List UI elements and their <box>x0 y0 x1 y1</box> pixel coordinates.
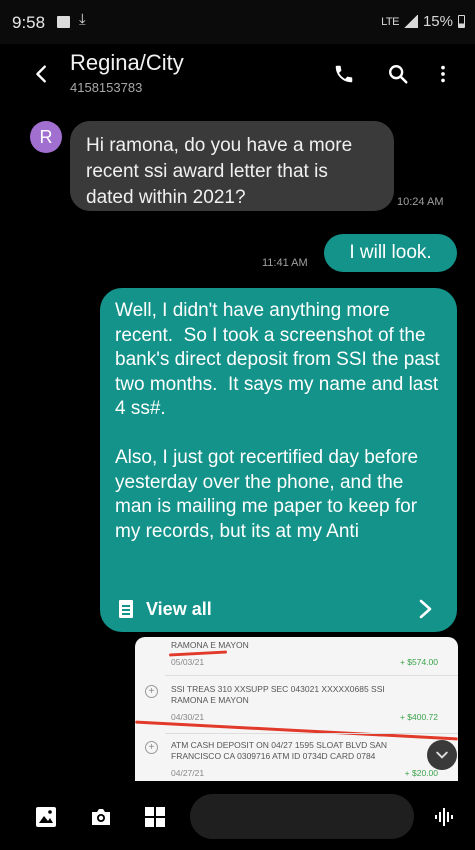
chevron-down-icon <box>436 751 448 759</box>
phone-icon <box>335 65 353 83</box>
incoming-message-bubble[interactable]: Hi ramona, do you have a more recent ssi… <box>70 121 394 211</box>
message-timestamp: 11:41 AM <box>262 257 308 269</box>
expand-icon: + <box>145 741 158 754</box>
contact-avatar[interactable]: R <box>30 121 62 153</box>
status-indicators: LTE 15% <box>381 13 465 30</box>
compose-bar <box>0 782 475 850</box>
battery-percent: 15% <box>422 13 453 30</box>
transaction-description: RAMONA E MAYON <box>171 640 249 650</box>
transaction-description: SSI TREAS 310 XXSUPP SEC 043021 XXXXX068… <box>171 684 385 705</box>
more-options-button[interactable] <box>425 56 461 92</box>
battery-icon <box>458 15 465 28</box>
contact-name[interactable]: Regina/City <box>70 50 184 76</box>
search-icon <box>389 65 408 84</box>
view-all-label: View all <box>146 599 212 619</box>
status-time: 9:58 <box>12 13 46 32</box>
transaction-date: 04/30/21 <box>171 712 205 722</box>
transaction-amount: + $400.72 <box>399 712 438 722</box>
voice-icon[interactable] <box>433 806 455 828</box>
red-annotation-mark <box>135 720 458 741</box>
gallery-notification-icon <box>57 16 70 28</box>
message-input[interactable] <box>190 794 414 839</box>
outgoing-long-message-bubble[interactable]: Well, I didn't have anything more recent… <box>100 288 457 632</box>
status-bar: 9:58 ⤓ LTE 15% <box>0 0 475 44</box>
gallery-icon[interactable] <box>35 806 57 828</box>
red-annotation-mark <box>168 650 228 657</box>
document-icon <box>119 600 133 618</box>
outgoing-message-bubble[interactable]: I will look. <box>324 234 457 272</box>
transaction-description: ATM CASH DEPOSIT ON 04/27 1595 SLOAT BLV… <box>171 740 388 761</box>
lte-label: LTE <box>381 15 399 28</box>
chevron-right-icon <box>419 599 432 619</box>
attached-screenshot-image[interactable]: RAMONA E MAYON 05/03/21 + $574.00 + SSI … <box>135 637 458 781</box>
call-button[interactable] <box>326 56 362 92</box>
apps-grid-icon[interactable] <box>144 806 166 828</box>
download-notification-icon: ⤓ <box>79 11 86 28</box>
more-vert-icon <box>441 65 445 83</box>
divider <box>165 733 458 734</box>
contact-number: 4158153783 <box>70 80 143 95</box>
transaction-amount: + $574.00 <box>399 657 438 667</box>
outgoing-message-text: Well, I didn't have anything more recent… <box>115 300 440 542</box>
back-button[interactable] <box>24 56 60 92</box>
signal-icon <box>403 15 418 28</box>
back-arrow-icon <box>36 65 46 83</box>
camera-icon[interactable] <box>90 806 112 828</box>
search-button[interactable] <box>380 56 416 92</box>
message-timestamp: 10:24 AM <box>397 196 444 208</box>
expand-icon: + <box>145 685 158 698</box>
transaction-amount: + $20.00 <box>404 768 438 778</box>
view-all-button[interactable]: View all <box>100 586 457 632</box>
transaction-date: 04/27/21 <box>171 768 205 778</box>
divider <box>165 675 458 676</box>
conversation-header: Regina/City 4158153783 <box>0 44 475 108</box>
transaction-date: 05/03/21 <box>171 657 205 667</box>
scroll-to-bottom-button[interactable] <box>427 740 457 770</box>
